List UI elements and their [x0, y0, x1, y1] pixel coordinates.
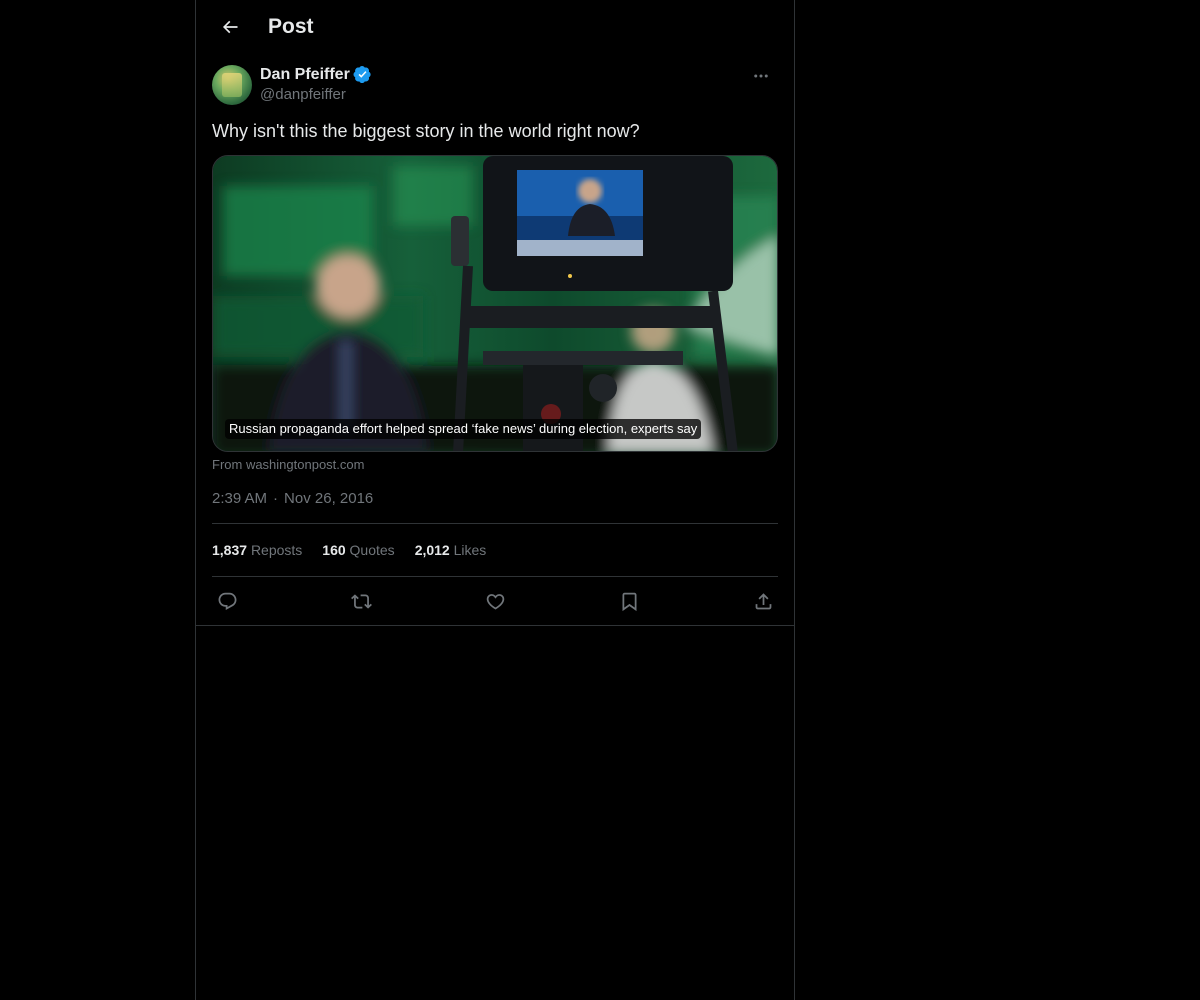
post: Dan Pfeiffer @danpfeiffer Why isn't this…	[196, 65, 794, 626]
repost-button[interactable]	[350, 590, 372, 612]
like-button[interactable]	[484, 590, 506, 612]
stat-label: Reposts	[250, 542, 303, 558]
stat-reposts[interactable]: 1,837 Reposts	[212, 542, 302, 558]
repost-icon	[350, 593, 372, 609]
link-card[interactable]: Russian propaganda effort helped spread …	[212, 155, 778, 452]
post-date[interactable]: Nov 26, 2016	[284, 490, 373, 507]
bookmark-icon	[622, 592, 636, 611]
bookmark-button[interactable]	[618, 590, 640, 612]
separator-dot: ·	[273, 490, 279, 507]
stat-quotes[interactable]: 160 Quotes	[322, 542, 394, 558]
card-source[interactable]: From washingtonpost.com	[212, 457, 778, 472]
post-column: Post Dan Pfeiffer @danpfeiffer Why isn't…	[195, 0, 795, 1000]
share-icon	[755, 592, 771, 609]
post-text: Why isn't this the biggest story in the …	[212, 121, 640, 141]
more-options-button[interactable]	[744, 65, 778, 87]
more-horizontal-icon	[754, 74, 768, 78]
stat-value: 2,012	[414, 542, 450, 558]
back-button[interactable]	[212, 9, 248, 45]
actions-row	[212, 577, 778, 625]
post-time[interactable]: 2:39 AM	[212, 490, 267, 507]
reply-icon	[218, 592, 236, 610]
card-image	[213, 156, 777, 451]
stat-value: 160	[322, 542, 346, 558]
avatar[interactable]	[212, 65, 252, 105]
page-title: Post	[268, 15, 314, 38]
stat-likes[interactable]: 2,012 Likes	[415, 542, 487, 558]
timestamp-row: 2:39 AM · Nov 26, 2016	[212, 490, 778, 524]
author-names: Dan Pfeiffer @danpfeiffer	[260, 65, 372, 103]
stat-value: 1,837	[212, 542, 248, 558]
author-handle[interactable]: @danpfeiffer	[260, 86, 372, 103]
card-caption: Russian propaganda effort helped spread …	[225, 419, 702, 439]
share-button[interactable]	[752, 590, 774, 612]
reply-button[interactable]	[216, 590, 238, 612]
author-row: Dan Pfeiffer @danpfeiffer	[212, 65, 778, 105]
stat-label: Quotes	[349, 542, 395, 558]
stats-row: 1,837 Reposts 160 Quotes 2,012 Likes	[212, 524, 778, 577]
verified-badge-icon[interactable]	[353, 65, 372, 84]
stat-label: Likes	[453, 542, 487, 558]
divider	[196, 625, 794, 626]
like-icon	[486, 593, 504, 610]
page-header: Post	[196, 0, 794, 54]
arrow-left-icon	[222, 20, 238, 34]
author-display-name[interactable]: Dan Pfeiffer	[260, 66, 350, 84]
